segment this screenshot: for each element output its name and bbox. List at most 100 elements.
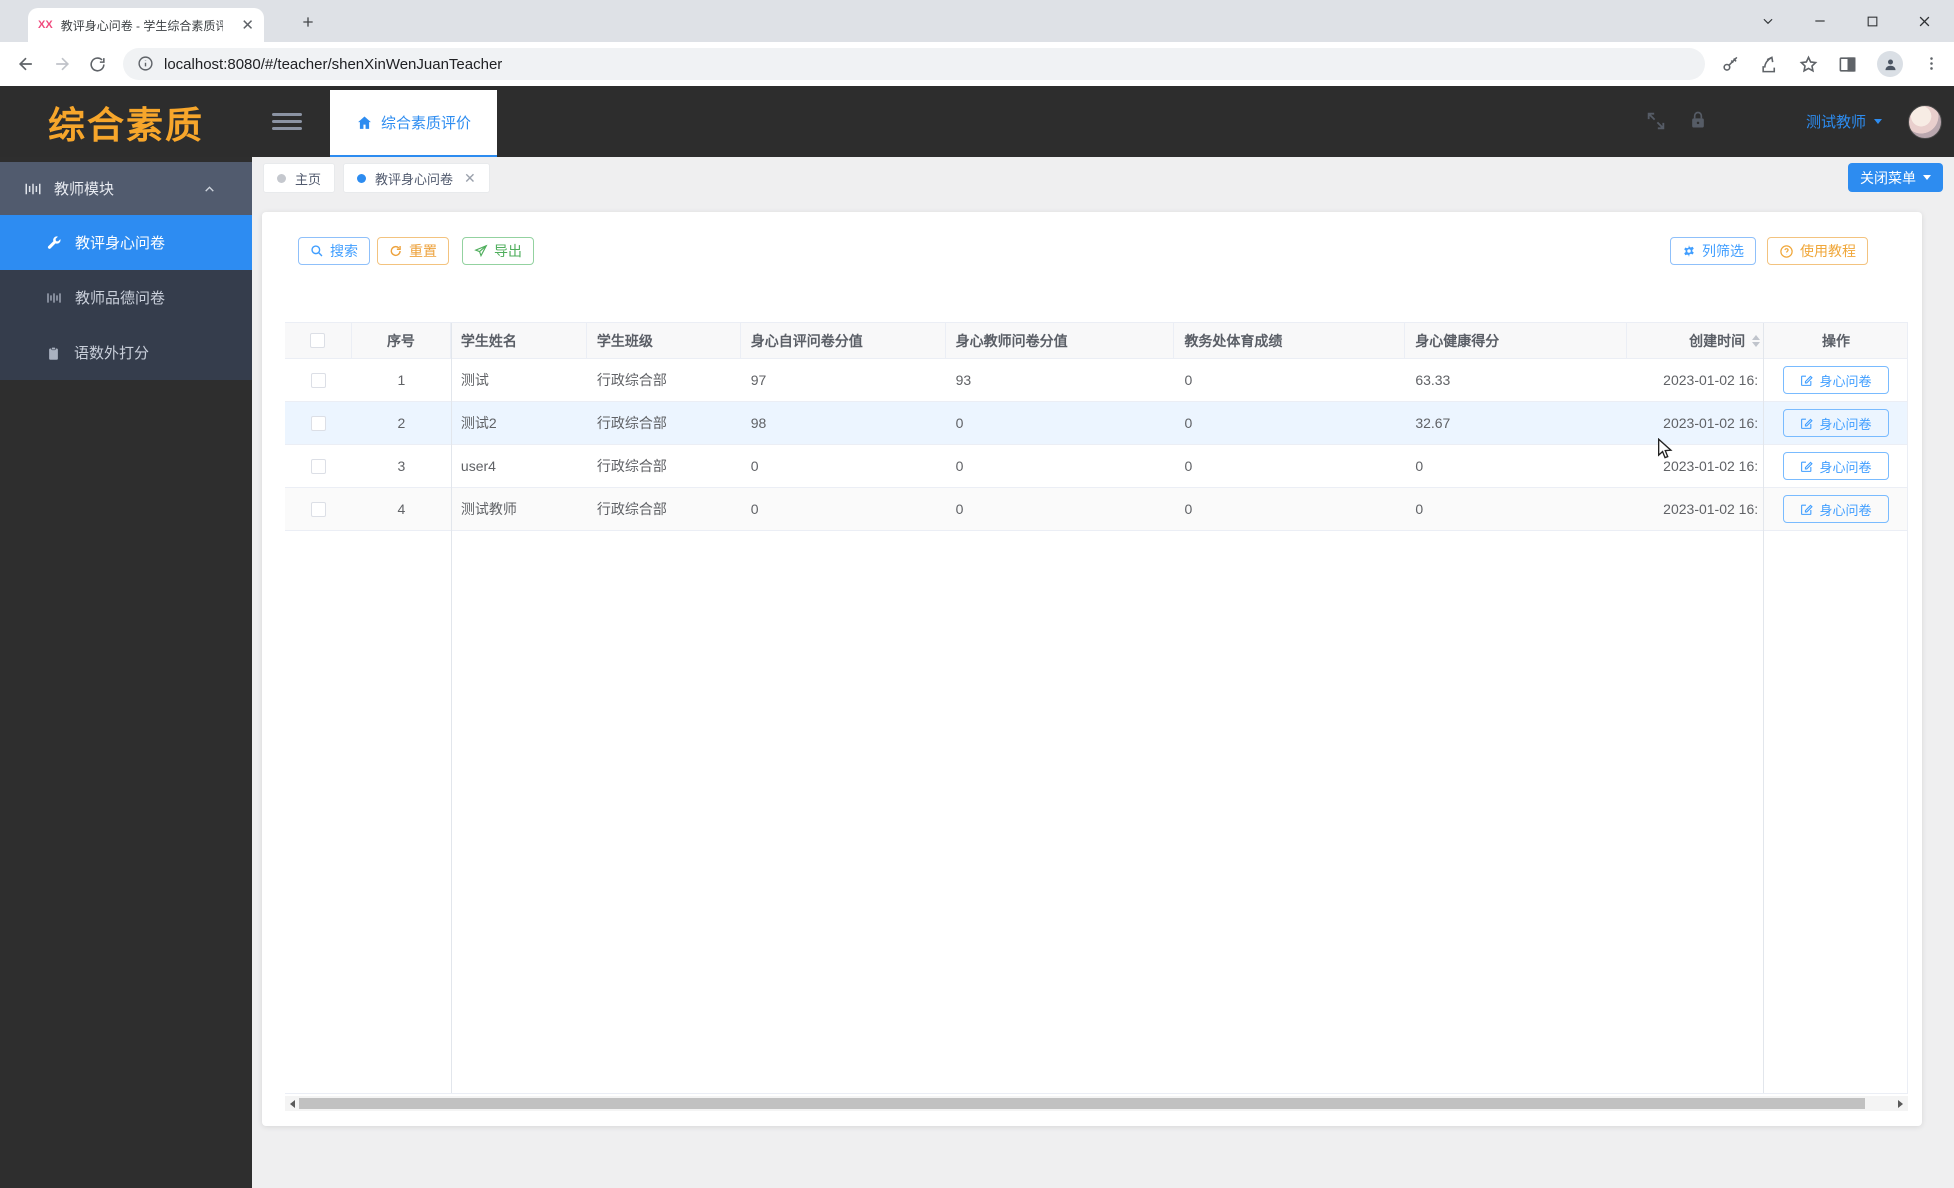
shenxin-questionnaire-button[interactable]: 身心问卷: [1783, 366, 1889, 394]
user-avatar[interactable]: [1908, 105, 1942, 139]
column-filter-button[interactable]: 列筛选: [1670, 237, 1756, 265]
new-tab-button[interactable]: [300, 13, 316, 31]
cell-pe-score: 0: [1184, 458, 1193, 474]
fullscreen-icon[interactable]: [1645, 110, 1667, 132]
user-menu[interactable]: 测试教师: [1806, 86, 1883, 157]
page-tab-shenxin[interactable]: 教评身心问卷 ✕: [343, 163, 490, 193]
tutorial-label: 使用教程: [1800, 243, 1856, 259]
tab-close-icon[interactable]: ✕: [464, 171, 476, 185]
question-circle-icon: [1780, 244, 1793, 258]
page-tab-home[interactable]: 主页: [263, 163, 336, 193]
caret-down-icon: [1874, 119, 1883, 124]
reload-icon[interactable]: [88, 55, 107, 74]
tutorial-button[interactable]: 使用教程: [1767, 237, 1868, 265]
back-icon[interactable]: [16, 54, 36, 74]
url-text: localhost:8080/#/teacher/shenXinWenJuanT…: [164, 55, 503, 73]
site-info-icon[interactable]: [137, 55, 154, 73]
cell-student-name: 测试教师: [460, 501, 517, 517]
action-row: 身心问卷: [1764, 359, 1907, 402]
sidebar-item-subject-scoring[interactable]: 语数外打分: [0, 325, 252, 380]
row-checkbox[interactable]: [310, 501, 326, 517]
module-bars-icon: [25, 183, 41, 194]
sort-caret-icon[interactable]: [1752, 334, 1761, 347]
scrollbar-thumb[interactable]: [299, 1098, 1865, 1109]
side-panel-icon[interactable]: [1838, 55, 1857, 74]
favicon-icon: XX: [38, 19, 53, 31]
lock-icon[interactable]: [1688, 110, 1708, 130]
bookmark-star-icon[interactable]: [1799, 54, 1818, 74]
top-nav-tab[interactable]: 综合素质评价: [330, 90, 497, 157]
forward-icon[interactable]: [52, 54, 72, 74]
edit-square-icon: [1801, 418, 1814, 429]
close-menu-button[interactable]: 关闭菜单: [1848, 163, 1943, 192]
module-bars-icon: [46, 289, 62, 306]
mouse-cursor: [1657, 438, 1673, 459]
cell-index: 4: [397, 501, 406, 517]
home-icon: [358, 116, 371, 129]
fixed-left-divider: [451, 323, 452, 1093]
tab-close-icon[interactable]: ✕: [241, 18, 254, 33]
cell-student-class: 行政综合部: [596, 415, 667, 431]
cell-health-score: 0: [1415, 501, 1424, 517]
cell-self-score: 97: [750, 372, 767, 388]
header-student-name: 学生姓名: [451, 323, 587, 358]
row-checkbox-cell: [285, 402, 352, 444]
select-all-checkbox[interactable]: [310, 333, 326, 348]
table-row[interactable]: 4 测试教师 行政综合部 0 0 0 0 2023-01-02 16:: [285, 488, 1907, 531]
scroll-right-arrow-icon[interactable]: [1893, 1096, 1908, 1111]
reset-button[interactable]: 重置: [377, 237, 449, 265]
shenxin-questionnaire-button[interactable]: 身心问卷: [1783, 495, 1889, 523]
sidebar-item-shenxin-questionnaire[interactable]: 教评身心问卷: [0, 215, 252, 270]
profile-avatar-icon[interactable]: [1877, 51, 1903, 77]
refresh-icon: [390, 245, 401, 257]
cell-index: 2: [397, 415, 406, 431]
tab-dot-icon: [277, 173, 286, 183]
address-bar[interactable]: localhost:8080/#/teacher/shenXinWenJuanT…: [123, 48, 1705, 80]
maximize-button[interactable]: [1846, 0, 1898, 42]
horizontal-scrollbar[interactable]: [285, 1096, 1908, 1111]
table-row[interactable]: 1 测试 行政综合部 97 93 0 63.33 2023-01-02 16:: [285, 359, 1907, 402]
close-window-button[interactable]: [1898, 0, 1950, 42]
edit-square-icon: [1801, 461, 1814, 472]
cell-pe-score: 0: [1184, 501, 1193, 517]
page-tab-label: 主页: [295, 171, 322, 187]
cell-teacher-score: 0: [955, 458, 964, 474]
export-button[interactable]: 导出: [462, 237, 534, 265]
sidebar-toggle-icon[interactable]: [272, 113, 302, 134]
action-button-label: 身心问卷: [1819, 459, 1872, 475]
row-checkbox[interactable]: [310, 372, 326, 388]
search-icon: [311, 245, 323, 257]
browser-tab[interactable]: XX 教评身心问卷 - 学生综合素质评 ✕: [28, 8, 264, 42]
cell-index: 1: [397, 372, 406, 388]
cell-teacher-score: 93: [955, 372, 972, 388]
minimize-button[interactable]: [1794, 0, 1846, 42]
shenxin-questionnaire-button[interactable]: 身心问卷: [1783, 452, 1889, 480]
row-checkbox[interactable]: [310, 415, 326, 431]
header-action: 操作: [1764, 323, 1907, 359]
tab-dot-icon: [357, 173, 367, 183]
wrench-icon: [46, 234, 62, 251]
share-icon[interactable]: [1760, 55, 1779, 74]
sidebar-item-label: 教师模块: [54, 181, 115, 198]
scroll-left-arrow-icon[interactable]: [285, 1096, 300, 1111]
password-key-icon[interactable]: [1721, 55, 1740, 74]
header-student-class: 学生班级: [587, 323, 741, 358]
table-header-row: 序号 学生姓名 学生班级 身心自评问卷分值 身心教师问卷分值 教务处体育成绩 身…: [285, 323, 1907, 359]
app-header: 综合素质 综合素质评价 测试教师: [0, 86, 1954, 157]
cell-pe-score: 0: [1184, 372, 1193, 388]
shenxin-questionnaire-button[interactable]: 身心问卷: [1783, 409, 1889, 437]
tab-search-icon[interactable]: [1742, 0, 1794, 42]
header-teacher-score: 身心教师问卷分值: [946, 323, 1175, 358]
export-label: 导出: [494, 243, 522, 259]
sidebar-item-label: 语数外打分: [74, 345, 150, 362]
header-index: 序号: [352, 323, 451, 358]
cell-self-score: 0: [750, 501, 759, 517]
search-button[interactable]: 搜索: [298, 237, 370, 265]
browser-menu-icon[interactable]: [1923, 55, 1940, 73]
select-all-cell: [285, 323, 352, 358]
paper-plane-icon: [474, 244, 488, 258]
row-checkbox[interactable]: [310, 458, 326, 474]
app-logo: 综合素质: [48, 104, 204, 146]
sidebar-item-teacher-morality[interactable]: 教师品德问卷: [0, 270, 252, 325]
sidebar-item-teacher-module[interactable]: 教师模块: [0, 162, 252, 215]
